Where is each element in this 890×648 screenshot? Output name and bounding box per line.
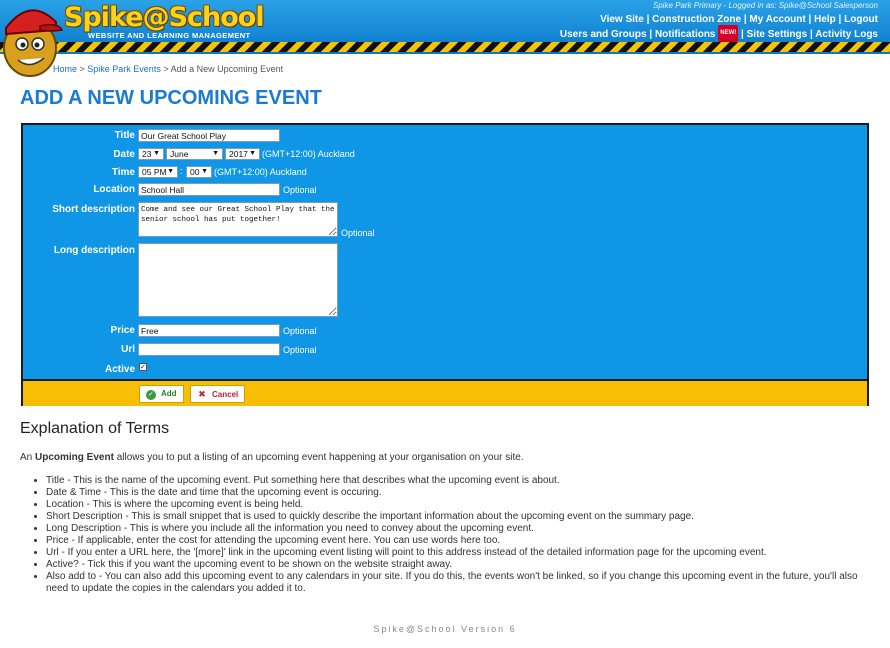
add-button[interactable]: ✓ Add (139, 385, 184, 403)
time-label: Time (111, 167, 135, 178)
top-navigation: View Site | Construction Zone | My Accou… (560, 12, 878, 42)
short-description-optional: Optional (341, 228, 375, 238)
date-month-select[interactable]: June ▼ (166, 148, 223, 160)
cancel-button[interactable]: ✖ Cancel (190, 385, 246, 403)
long-description-label: Long description (53, 245, 135, 256)
nav-separator: | (646, 29, 655, 40)
explanation-title: Explanation of Terms (20, 420, 170, 437)
time-separator: : (180, 166, 183, 176)
nav-separator: | (807, 29, 816, 40)
hazard-stripe (0, 42, 890, 52)
dropdown-arrow-icon: ▼ (153, 150, 160, 157)
dropdown-arrow-icon: ▼ (212, 150, 219, 157)
long-description-textarea[interactable] (138, 243, 338, 317)
nav-separator: | (738, 29, 747, 40)
nav-notifications[interactable]: Notifications (655, 29, 716, 40)
top-nav-row-2: Users and Groups | Notifications NEW! | … (560, 25, 878, 42)
event-form: Title Date 23▼ June▼ 2017▼ (GMT+12:00) A… (21, 123, 869, 406)
short-description-label: Short description (52, 204, 135, 215)
logo-text[interactable]: Spike@School (64, 2, 265, 33)
nav-activity-logs[interactable]: Activity Logs (815, 29, 878, 40)
url-optional: Optional (283, 345, 317, 355)
dropdown-arrow-icon: ▼ (201, 168, 208, 175)
form-button-bar: ✓ Add ✖ Cancel (23, 379, 867, 406)
new-badge: NEW! (718, 25, 739, 42)
location-label: Location (93, 184, 135, 195)
url-label: Url (121, 344, 135, 355)
nav-my-account[interactable]: My Account (749, 14, 805, 25)
intro-suffix: allows you to put a listing of an upcomi… (113, 452, 524, 463)
list-item: Date & Time - This is the date and time … (46, 487, 866, 499)
price-label: Price (110, 325, 135, 336)
location-input[interactable] (138, 183, 280, 196)
explanation-list: Title - This is the name of the upcoming… (46, 475, 866, 595)
date-day-value: 23 (142, 149, 152, 159)
date-month-value: June (170, 149, 189, 159)
title-input[interactable] (138, 129, 280, 142)
add-button-label: Add (161, 389, 177, 398)
breadcrumb-spike-park-events[interactable]: Spike Park Events (87, 64, 161, 74)
nav-construction-zone[interactable]: Construction Zone (652, 14, 741, 25)
nav-help[interactable]: Help (814, 14, 836, 25)
list-item: Url - If you enter a URL here, the '[mor… (46, 547, 866, 559)
spike-mascot-icon (3, 9, 64, 77)
location-optional: Optional (283, 185, 317, 195)
time-timezone: (GMT+12:00) Auckland (214, 167, 307, 177)
short-description-textarea[interactable]: Come and see our Great School Play that … (138, 202, 338, 237)
list-item: Short Description - This is small snippe… (46, 511, 866, 523)
x-icon: ✖ (198, 389, 206, 399)
list-item: Active? - Tick this if you want the upco… (46, 559, 866, 571)
url-input[interactable] (138, 343, 280, 356)
breadcrumb-separator: > (160, 64, 171, 74)
dropdown-arrow-icon: ▼ (249, 150, 256, 157)
date-label: Date (113, 149, 135, 160)
time-minute-value: 00 (190, 167, 200, 177)
time-minute-select[interactable]: 00 ▼ (186, 166, 212, 178)
breadcrumb-current: Add a New Upcoming Event (170, 64, 284, 74)
nav-separator: | (643, 14, 653, 25)
explanation-intro: An Upcoming Event allows you to put a li… (20, 452, 870, 463)
date-year-value: 2017 (229, 149, 248, 159)
list-item: Also add to - You can also add this upco… (46, 571, 866, 595)
date-year-select[interactable]: 2017 ▼ (225, 148, 260, 160)
price-optional: Optional (283, 326, 317, 336)
time-hour-value: 05 PM (142, 167, 167, 177)
dropdown-arrow-icon: ▼ (167, 168, 174, 175)
list-item: Price - If applicable, enter the cost fo… (46, 535, 866, 547)
nav-separator: | (805, 14, 815, 25)
date-timezone: (GMT+12:00) Auckland (262, 149, 355, 159)
page-title: ADD A NEW UPCOMING EVENT (20, 87, 322, 109)
list-item: Location - This is where the upcoming ev… (46, 499, 866, 511)
nav-separator: | (835, 14, 845, 25)
check-circle-icon: ✓ (146, 390, 156, 400)
cancel-button-label: Cancel (212, 390, 239, 399)
nav-site-settings[interactable]: Site Settings (747, 29, 808, 40)
nav-logout[interactable]: Logout (844, 14, 878, 25)
logo-subtitle: WEBSITE AND LEARNING MANAGEMENT (88, 31, 251, 40)
version-footer: Spike@School Version 6 (373, 624, 517, 634)
time-hour-select[interactable]: 05 PM ▼ (138, 166, 178, 178)
active-checkbox[interactable]: ✓ (139, 363, 147, 371)
intro-prefix: An (20, 452, 36, 463)
breadcrumb: Home > Spike Park Events > Add a New Upc… (53, 64, 283, 74)
date-day-select[interactable]: 23 ▼ (138, 148, 164, 160)
breadcrumb-separator: > (77, 64, 88, 74)
logged-in-text: Spike Park Primary - Logged in as: Spike… (652, 1, 878, 10)
nav-users-and-groups[interactable]: Users and Groups (560, 29, 647, 40)
price-input[interactable] (138, 324, 280, 337)
nav-view-site[interactable]: View Site (600, 14, 644, 25)
intro-bold-term: Upcoming Event (35, 452, 114, 463)
list-item: Long Description - This is where you inc… (46, 523, 866, 535)
title-label: Title (114, 130, 135, 141)
active-label: Active (104, 364, 135, 375)
list-item: Title - This is the name of the upcoming… (46, 475, 866, 487)
